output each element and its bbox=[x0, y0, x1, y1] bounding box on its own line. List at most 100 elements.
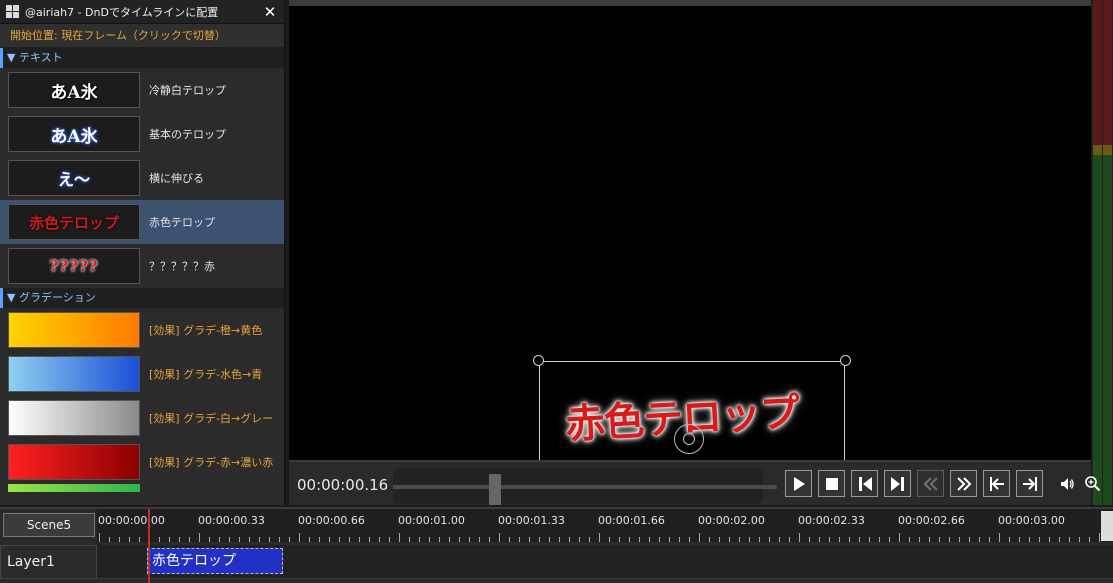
list-item[interactable]: ????? ？？？？？赤 bbox=[0, 244, 284, 288]
next-frame-button[interactable] bbox=[884, 470, 911, 497]
item-label: 赤色テロップ bbox=[149, 216, 215, 229]
ruler-tick bbox=[499, 533, 500, 542]
ruler-tick bbox=[679, 537, 680, 542]
ruler-tick bbox=[939, 537, 940, 542]
list-item[interactable]: [効果] グラデ-水色→青 bbox=[0, 352, 284, 396]
anchor-icon[interactable] bbox=[674, 424, 704, 454]
preview-canvas[interactable]: 赤色テロップ bbox=[289, 0, 1091, 471]
transport-bar: 00:00:00.16 bbox=[289, 460, 1101, 505]
ruler-tick bbox=[1009, 537, 1010, 542]
close-icon[interactable]: ✕ bbox=[262, 3, 278, 21]
ruler-tick bbox=[359, 537, 360, 542]
ruler-tick bbox=[989, 537, 990, 542]
ruler-tick bbox=[639, 537, 640, 542]
item-label: [効果] グラデ-白→グレー bbox=[149, 412, 274, 425]
play-button[interactable] bbox=[785, 470, 812, 497]
ruler-tick bbox=[919, 537, 920, 542]
ruler-tick bbox=[759, 537, 760, 542]
layer-label[interactable]: Layer1 bbox=[0, 545, 97, 579]
playhead[interactable] bbox=[148, 509, 150, 583]
layer-track[interactable]: 赤色テロップ bbox=[97, 545, 1113, 579]
ruler-tick bbox=[769, 537, 770, 542]
ruler-tick bbox=[139, 537, 140, 542]
stop-button[interactable] bbox=[818, 470, 845, 497]
go-to-start-icon bbox=[989, 476, 1004, 491]
ruler-tick bbox=[169, 537, 170, 542]
ruler-tick bbox=[779, 537, 780, 542]
ruler-tick bbox=[229, 537, 230, 542]
prev-frame-button[interactable] bbox=[851, 470, 878, 497]
ruler-tick bbox=[749, 537, 750, 542]
ruler-tick bbox=[569, 537, 570, 542]
ruler-scroll-handle[interactable] bbox=[1101, 511, 1113, 541]
ruler-tick bbox=[999, 533, 1000, 542]
zoom-icon[interactable] bbox=[1084, 475, 1101, 496]
list-item[interactable]: [効果] グラデ-橙→黄色 bbox=[0, 308, 284, 352]
timeline-clip[interactable]: 赤色テロップ bbox=[147, 548, 283, 574]
volume-icon[interactable] bbox=[1059, 476, 1075, 496]
ruler-tick bbox=[429, 537, 430, 542]
ruler-tick bbox=[519, 537, 520, 542]
ruler-tick bbox=[969, 537, 970, 542]
resize-handle-top-right[interactable] bbox=[840, 355, 851, 366]
resize-handle-top-left[interactable] bbox=[533, 355, 544, 366]
ruler-tick bbox=[1059, 537, 1060, 542]
item-thumbnail: え〜 bbox=[8, 160, 140, 196]
play-icon bbox=[793, 476, 805, 491]
tick-label: 00:00:02.33 bbox=[798, 514, 865, 527]
object-palette-panel: @airiah7 - DnDでタイムラインに配置 ✕ 開始位置: 現在フレーム（… bbox=[0, 0, 285, 505]
gradient-swatch bbox=[8, 444, 140, 480]
tick-label: 00:00:01.00 bbox=[398, 514, 465, 527]
ruler-tick bbox=[199, 533, 200, 542]
ruler-tick bbox=[649, 537, 650, 542]
ruler-tick bbox=[389, 537, 390, 542]
gradient-swatch bbox=[8, 312, 140, 348]
start-position-toggle[interactable]: 開始位置: 現在フレーム（クリックで切替） bbox=[0, 24, 284, 48]
ruler-tick bbox=[979, 537, 980, 542]
ruler-tick bbox=[349, 537, 350, 542]
gradient-swatch bbox=[8, 356, 140, 392]
ruler-tick bbox=[829, 537, 830, 542]
ruler-tick bbox=[629, 537, 630, 542]
list-item[interactable]: あA氷 基本のテロップ bbox=[0, 112, 284, 156]
ruler-tick bbox=[129, 537, 130, 542]
panel-titlebar: @airiah7 - DnDでタイムラインに配置 ✕ bbox=[0, 0, 284, 24]
section-header-text[interactable]: ▼ テキスト bbox=[0, 48, 284, 68]
seek-bar[interactable] bbox=[393, 468, 777, 505]
section-header-gradient[interactable]: ▼ グラデーション bbox=[0, 288, 284, 308]
list-item[interactable]: あA氷 冷静白テロップ bbox=[0, 68, 284, 112]
item-thumbnail: 赤色テロップ bbox=[8, 204, 140, 240]
ruler-tick bbox=[849, 537, 850, 542]
time-ruler[interactable]: 00:00:00.00 00:00:00.33 00:00:00.66 00:0… bbox=[97, 509, 1113, 542]
timeline: Scene5 00:00:00.00 00:00:00.33 00:00:00.… bbox=[0, 507, 1113, 583]
ruler-tick bbox=[709, 537, 710, 542]
tick-label: 00:00:02.66 bbox=[898, 514, 965, 527]
ruler-tick bbox=[409, 537, 410, 542]
grid-icon bbox=[6, 5, 19, 18]
ruler-tick bbox=[399, 533, 400, 542]
ruler-tick bbox=[239, 537, 240, 542]
ruler-tick bbox=[159, 537, 160, 542]
seek-thumb[interactable] bbox=[489, 474, 501, 505]
go-to-start-button[interactable] bbox=[983, 470, 1010, 497]
ruler-tick bbox=[1089, 537, 1090, 542]
go-to-end-button[interactable] bbox=[1016, 470, 1043, 497]
ruler-tick bbox=[809, 537, 810, 542]
item-label: 基本のテロップ bbox=[149, 128, 226, 141]
list-item[interactable]: [効果] グラデ-白→グレー bbox=[0, 396, 284, 440]
ruler-tick bbox=[599, 533, 600, 542]
ruler-tick bbox=[869, 537, 870, 542]
ruler-tick bbox=[379, 537, 380, 542]
ruler-tick bbox=[309, 537, 310, 542]
tick-label: 00:00:00.00 bbox=[98, 514, 165, 527]
scene-button[interactable]: Scene5 bbox=[3, 513, 95, 537]
ruler-tick bbox=[909, 537, 910, 542]
fast-forward-button[interactable] bbox=[950, 470, 977, 497]
item-thumbnail: あA氷 bbox=[8, 72, 140, 108]
list-item-selected[interactable]: 赤色テロップ 赤色テロップ bbox=[0, 200, 284, 244]
rewind-button[interactable] bbox=[917, 470, 944, 497]
seek-track[interactable] bbox=[393, 485, 777, 489]
list-item[interactable]: え〜 横に伸びる bbox=[0, 156, 284, 200]
ruler-tick bbox=[109, 537, 110, 542]
list-item[interactable]: [効果] グラデ-赤→濃い赤 bbox=[0, 440, 284, 484]
